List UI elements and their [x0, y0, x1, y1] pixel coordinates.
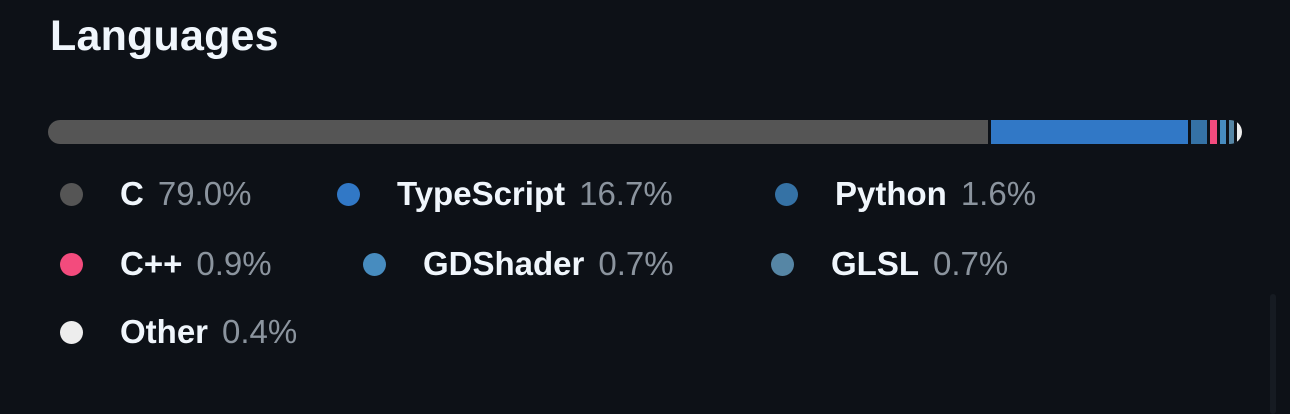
language-item-other: Other 0.4% [60, 310, 297, 354]
language-name: C [120, 175, 144, 212]
language-percent: 79.0% [157, 175, 252, 212]
language-percent: 0.7% [598, 245, 674, 282]
language-item-c[interactable]: C 79.0% [60, 172, 251, 216]
language-name: TypeScript [397, 175, 566, 212]
scrollbar-thumb[interactable] [1270, 294, 1276, 414]
language-percent: 0.4% [222, 313, 298, 350]
language-color-dot [775, 182, 798, 206]
language-name: Python [835, 175, 947, 212]
language-color-dot [363, 252, 386, 276]
language-item-gdshader[interactable]: GDShader 0.7% [363, 242, 674, 286]
language-color-dot [60, 252, 83, 276]
language-color-dot [771, 252, 794, 276]
language-item-python[interactable]: Python 1.6% [775, 172, 1036, 216]
language-percent: 16.7% [579, 175, 673, 212]
language-bar-segment-other [1237, 120, 1242, 144]
language-percent: 0.9% [196, 245, 272, 282]
language-color-dot [337, 182, 360, 206]
language-percent: 0.7% [933, 245, 1009, 282]
language-item-cpp[interactable]: C++ 0.9% [60, 242, 272, 286]
language-name: GLSL [831, 245, 919, 282]
language-usage-bar [48, 120, 1242, 144]
language-item-glsl[interactable]: GLSL 0.7% [771, 242, 1008, 286]
language-item-typescript[interactable]: TypeScript 16.7% [337, 172, 673, 216]
language-name: C++ [120, 245, 183, 282]
language-bar-segment-typescript [991, 120, 1191, 144]
languages-heading: Languages [50, 12, 279, 60]
language-percent: 1.6% [960, 175, 1037, 212]
language-name: GDShader [423, 245, 585, 282]
language-bar-segment-python [1190, 120, 1210, 144]
language-color-dot [60, 182, 83, 206]
language-bar-segment-cpp [1209, 120, 1221, 144]
language-name: Other [120, 313, 209, 350]
language-color-dot [60, 320, 83, 344]
language-bar-segment-glsl [1228, 120, 1238, 144]
language-bar-segment-gdshader [1220, 120, 1229, 144]
language-bar-segment-c [48, 120, 992, 144]
